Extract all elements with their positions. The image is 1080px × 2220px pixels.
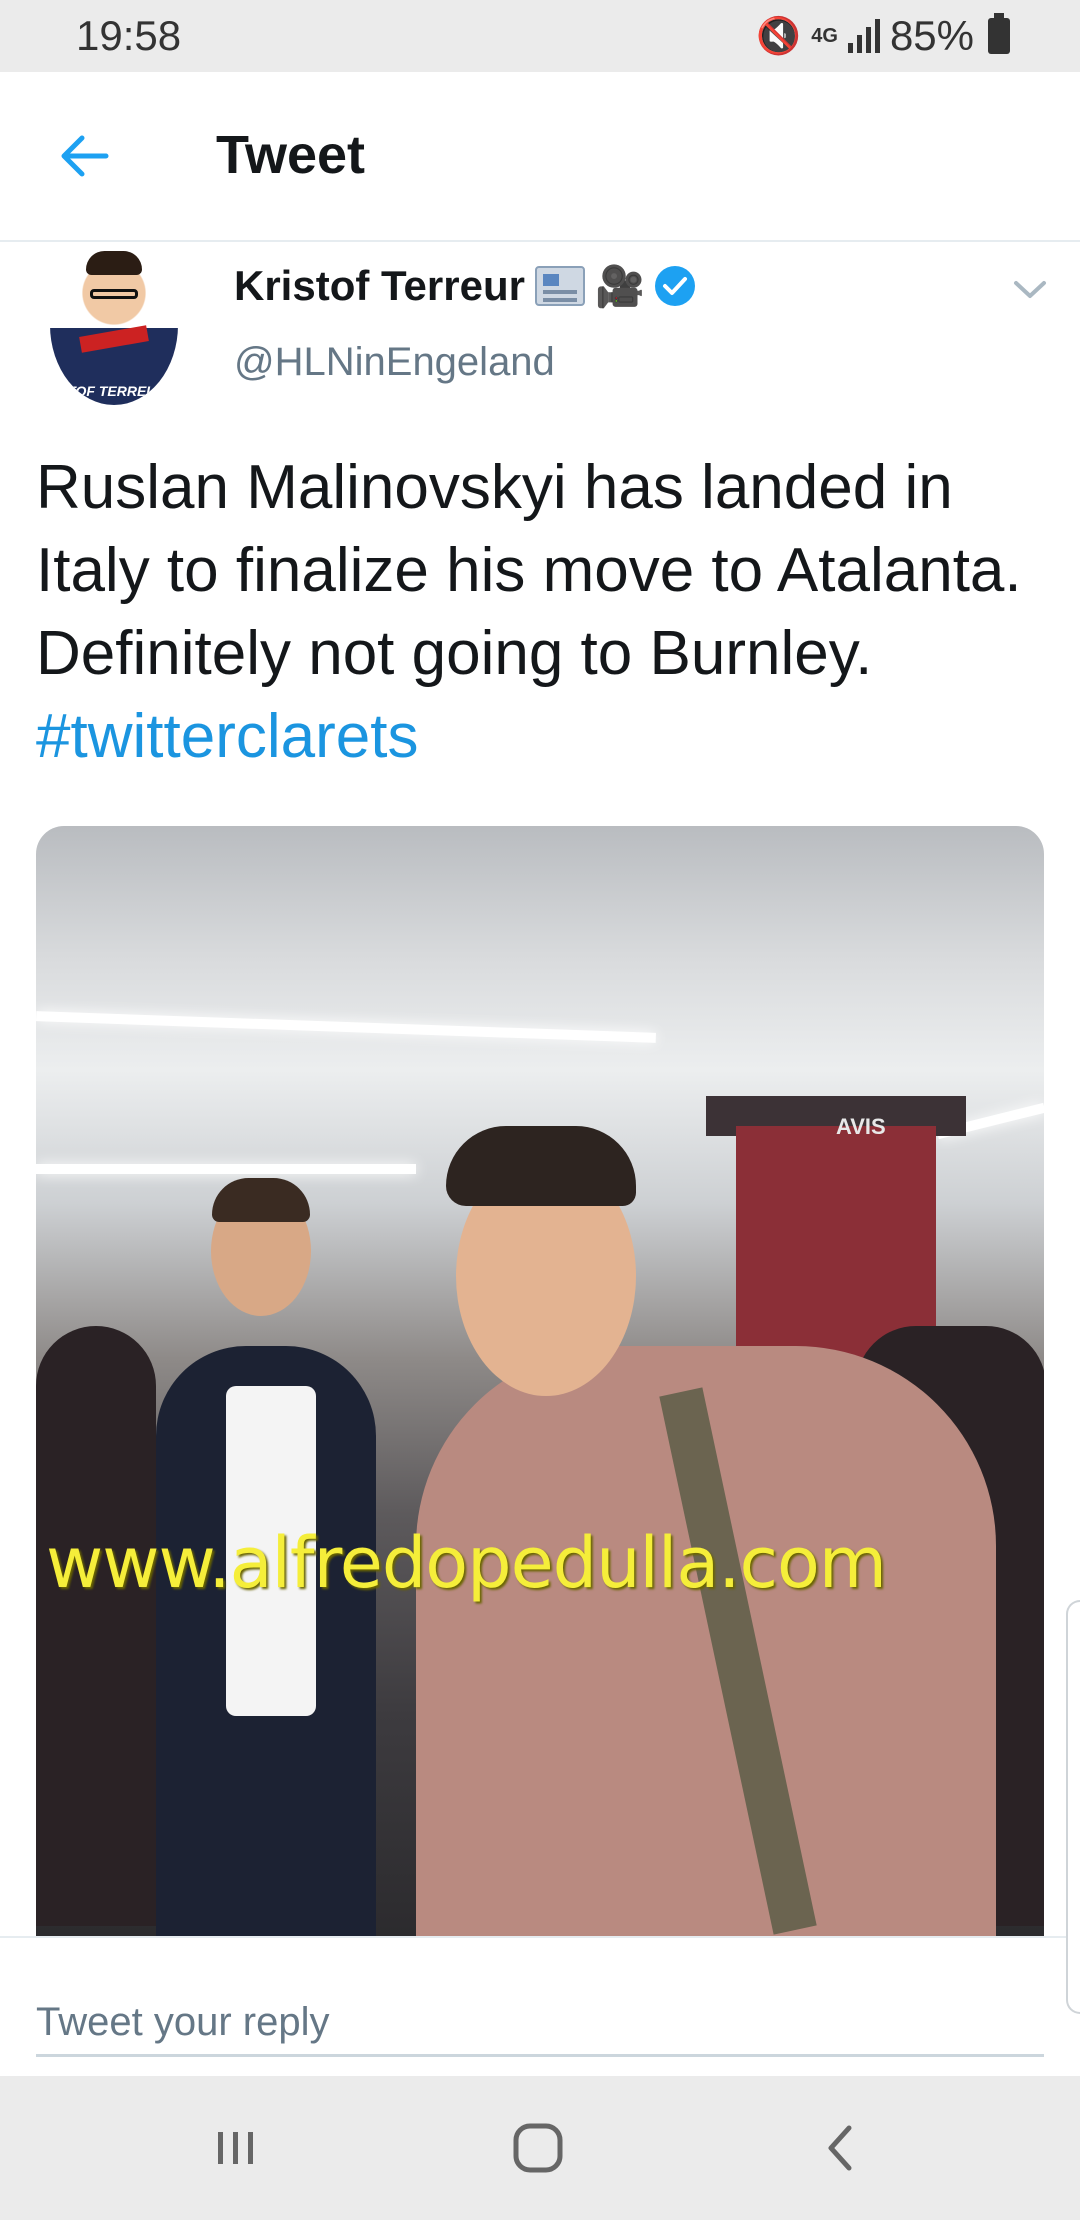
author-handle[interactable]: @HLNinEngeland xyxy=(234,340,555,385)
home-button[interactable] xyxy=(478,2076,598,2220)
author-name-row[interactable]: Kristof Terreur 🎥 xyxy=(234,262,695,310)
photo-watermark: www.alfredopedulla.com xyxy=(46,1522,887,1604)
system-back-button[interactable] xyxy=(780,2076,900,2220)
status-bar: 19:58 🔇 4G 85% xyxy=(0,0,1080,72)
chevron-left-icon xyxy=(828,2125,852,2171)
status-time: 19:58 xyxy=(76,12,182,59)
avatar-caption: ISTOF TERREU xyxy=(54,383,157,399)
reply-input[interactable]: Tweet your reply xyxy=(36,2000,329,2045)
tweet-text: Ruslan Malinovskyi has landed in Italy t… xyxy=(36,446,1046,778)
arrow-left-icon xyxy=(61,135,109,177)
mute-icon: 🔇 xyxy=(756,15,802,56)
status-indicators: 🔇 4G 85% xyxy=(756,12,1010,60)
recents-button[interactable] xyxy=(176,2076,296,2220)
system-nav-bar xyxy=(0,2076,1080,2220)
battery-percent: 85% xyxy=(889,12,974,59)
page-title: Tweet xyxy=(216,125,366,185)
battery-icon xyxy=(988,13,1010,54)
avis-sign: AVIS xyxy=(836,1114,886,1139)
chevron-down-icon xyxy=(1014,281,1046,298)
author-display-name[interactable]: Kristof Terreur xyxy=(234,262,525,310)
tweet-options-button[interactable] xyxy=(1010,270,1050,310)
network-type: 4G xyxy=(811,25,838,47)
scroll-handle[interactable] xyxy=(1066,1600,1080,2014)
tweet-body: Ruslan Malinovskyi has landed in Italy t… xyxy=(36,453,1022,688)
recents-icon xyxy=(218,2132,253,2164)
app-bar: Tweet xyxy=(0,72,1080,242)
newspaper-icon xyxy=(534,266,585,306)
home-icon xyxy=(513,2123,563,2173)
movie-camera-icon: 🎥 xyxy=(594,264,645,309)
back-button[interactable] xyxy=(50,124,118,188)
avatar[interactable]: ISTOF TERREU xyxy=(50,245,178,405)
verified-badge-icon xyxy=(654,266,695,306)
reply-underline xyxy=(36,2054,1044,2057)
hashtag-link[interactable]: #twitterclarets xyxy=(36,702,418,771)
tweet-photo[interactable]: AVIS www.alfredopedulla.com xyxy=(36,826,1044,1936)
signal-icon xyxy=(847,19,880,53)
